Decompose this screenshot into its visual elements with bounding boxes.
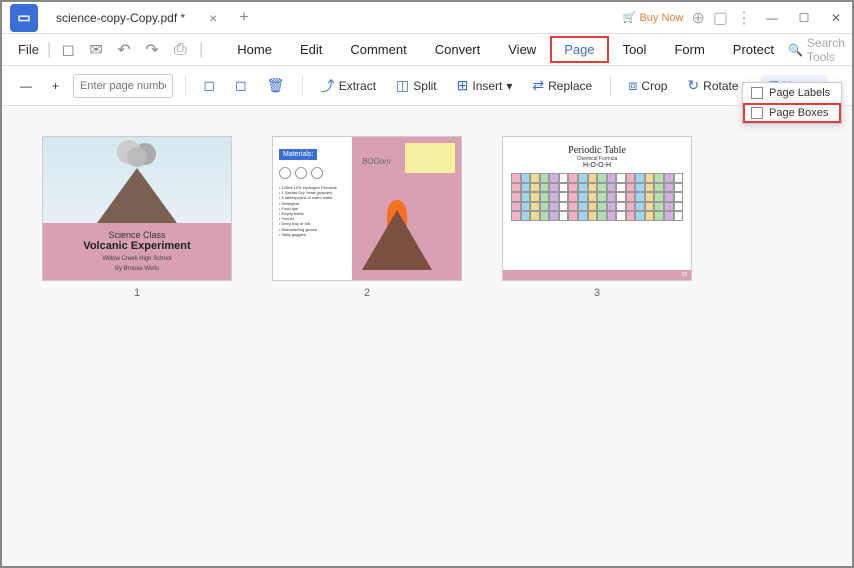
page-icon-2[interactable]: ◻ bbox=[229, 73, 253, 98]
tab-view[interactable]: View bbox=[494, 36, 550, 63]
titlebar: ▭ science-copy-Copy.pdf * × + 🛒Buy Now ⊕… bbox=[2, 2, 852, 34]
minimize-button[interactable]: — bbox=[760, 6, 784, 30]
print-icon[interactable]: ⎙ bbox=[171, 41, 189, 59]
tab-title: science-copy-Copy.pdf * bbox=[56, 11, 185, 25]
close-button[interactable]: ✕ bbox=[824, 6, 848, 30]
page-boxes-item[interactable]: Page Boxes bbox=[743, 103, 841, 123]
save-icon[interactable]: ✉ bbox=[87, 41, 105, 59]
buy-now-link[interactable]: 🛒Buy Now bbox=[623, 11, 684, 24]
menubar: File | ◻ ✉ ↶ ↷ ⎙ | Home Edit Comment Con… bbox=[2, 34, 852, 66]
page-number-2: 2 bbox=[364, 287, 370, 299]
tab-tool[interactable]: Tool bbox=[609, 36, 661, 63]
zoom-out-button[interactable]: — bbox=[14, 75, 38, 97]
extract-button[interactable]: ⤴Extract bbox=[315, 72, 382, 100]
more-dropdown: Page Labels Page Boxes bbox=[742, 82, 842, 124]
compass-icon[interactable]: ⊕ bbox=[691, 8, 704, 28]
file-menu[interactable]: File bbox=[10, 42, 47, 57]
delete-icon[interactable]: 🗑 bbox=[261, 73, 291, 98]
zoom-in-button[interactable]: + bbox=[46, 75, 65, 97]
replace-button[interactable]: ⇄Replace bbox=[526, 73, 598, 98]
tab-protect[interactable]: Protect bbox=[719, 36, 788, 63]
toolbar: — + ◻ ◻ 🗑 ⤴Extract ◫Split ⊞Insert▾ ⇄Repl… bbox=[2, 66, 852, 106]
thumbnail-content: Science Class Volcanic Experiment Willow… bbox=[2, 106, 852, 566]
document-tab[interactable]: science-copy-Copy.pdf * × bbox=[46, 4, 227, 32]
undo-icon[interactable]: ↶ bbox=[115, 41, 133, 59]
maximize-button[interactable]: ☐ bbox=[792, 6, 816, 30]
close-icon[interactable]: × bbox=[209, 10, 217, 26]
redo-icon[interactable]: ↷ bbox=[143, 41, 161, 59]
thumbnail-2[interactable]: Materials: • 125ml 10% Hydrogen Peroxide… bbox=[272, 136, 462, 536]
open-icon[interactable]: ◻ bbox=[59, 41, 77, 59]
message-icon[interactable]: ▢ bbox=[713, 8, 728, 28]
tab-form[interactable]: Form bbox=[660, 36, 718, 63]
tab-edit[interactable]: Edit bbox=[286, 36, 336, 63]
crop-button[interactable]: ⧈Crop bbox=[623, 73, 674, 98]
thumbnail-3[interactable]: Periodic Table Chemical Formula H-O-O-H … bbox=[502, 136, 692, 536]
tab-home[interactable]: Home bbox=[223, 36, 286, 63]
page-icon-1[interactable]: ◻ bbox=[197, 73, 221, 98]
page-number-input[interactable] bbox=[73, 74, 173, 98]
menu-tabs: Home Edit Comment Convert View Page Tool… bbox=[223, 36, 788, 63]
page-labels-item[interactable]: Page Labels bbox=[743, 83, 841, 103]
tab-convert[interactable]: Convert bbox=[421, 36, 495, 63]
page-number-3: 3 bbox=[594, 287, 600, 299]
page-boxes-icon bbox=[751, 107, 763, 119]
page-labels-icon bbox=[751, 87, 763, 99]
app-icon: ▭ bbox=[10, 4, 38, 32]
insert-button[interactable]: ⊞Insert▾ bbox=[451, 73, 519, 98]
page-number-1: 1 bbox=[134, 287, 140, 299]
tab-comment[interactable]: Comment bbox=[336, 36, 420, 63]
add-tab-button[interactable]: + bbox=[239, 9, 248, 27]
tab-page[interactable]: Page bbox=[550, 36, 608, 63]
thumbnail-1[interactable]: Science Class Volcanic Experiment Willow… bbox=[42, 136, 232, 536]
search-tools[interactable]: 🔍Search Tools bbox=[788, 36, 845, 64]
split-button[interactable]: ◫Split bbox=[390, 73, 443, 98]
menu-icon[interactable]: ⋮ bbox=[736, 8, 752, 28]
rotate-button[interactable]: ↻Rotate bbox=[681, 73, 744, 98]
